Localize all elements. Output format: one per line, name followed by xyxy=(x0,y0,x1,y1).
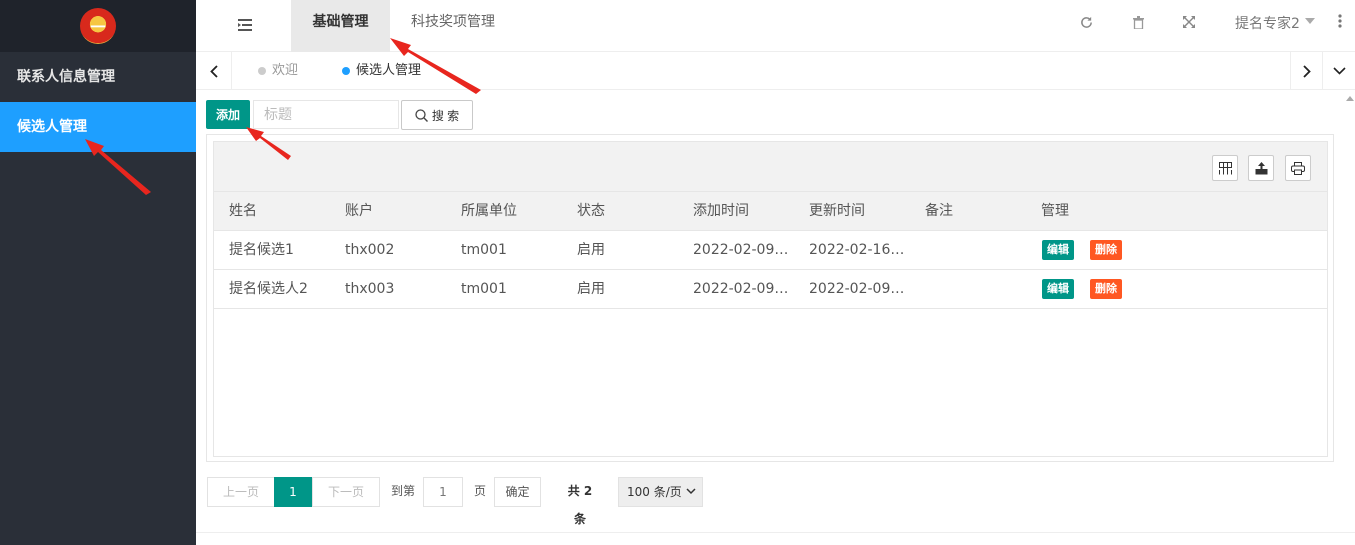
chevron-down-icon xyxy=(686,478,696,506)
delete-button[interactable]: 删除 xyxy=(1090,279,1122,299)
page-size-value: 100 条/页 xyxy=(627,485,682,499)
sidebar-item-candidates[interactable]: 候选人管理 xyxy=(0,102,196,152)
sidebar: 一 联系人信息管理 候选人管理 xyxy=(0,0,196,545)
cell-note xyxy=(925,270,1025,309)
cell-added-time: 2022-02-09… xyxy=(693,281,789,297)
cell-updated-time: 2022-02-09… xyxy=(809,281,905,297)
pagination-goto-label: 到第 xyxy=(390,484,415,498)
cell-name: 提名候选1 xyxy=(229,242,294,258)
column-header[interactable]: 状态 xyxy=(577,192,677,231)
refresh-icon[interactable] xyxy=(1077,13,1095,31)
chevron-left-icon[interactable] xyxy=(196,52,232,90)
table-toolbar xyxy=(214,142,1327,192)
tab-welcome-label: 欢迎 xyxy=(272,63,299,78)
chevron-right-icon[interactable] xyxy=(1290,52,1322,90)
trash-icon[interactable] xyxy=(1129,13,1147,31)
cell-unit: tm001 xyxy=(461,242,507,258)
pagination-prev[interactable]: 上一页 xyxy=(207,477,275,507)
search-button[interactable]: 搜 索 xyxy=(401,100,473,130)
delete-button[interactable]: 删除 xyxy=(1090,240,1122,260)
add-button[interactable]: 添加 xyxy=(206,100,250,129)
table-row[interactable]: 提名候选人2 thx003 tm001 启用 2022-02-09… 2022-… xyxy=(214,270,1327,309)
column-header[interactable]: 备注 xyxy=(925,192,1025,231)
edit-button[interactable]: 编辑 xyxy=(1042,279,1074,299)
column-header[interactable]: 管理 xyxy=(1041,192,1141,231)
table-header: 姓名 账户 所属单位 状态 添加时间 更新时间 备注 管理 xyxy=(214,192,1327,231)
export-icon[interactable] xyxy=(1248,155,1274,181)
tab-dot-icon xyxy=(258,66,266,75)
column-header[interactable]: 更新时间 xyxy=(809,192,909,231)
column-header[interactable]: 添加时间 xyxy=(693,192,793,231)
pagination-total: 共 2 条 xyxy=(567,484,593,526)
pagination-page-input[interactable]: 1 xyxy=(423,477,463,507)
cell-unit: tm001 xyxy=(461,281,507,297)
cell-account: thx003 xyxy=(345,281,395,297)
column-header[interactable]: 账户 xyxy=(345,192,445,231)
cell-added-time: 2022-02-09… xyxy=(693,242,789,258)
columns-filter-icon[interactable] xyxy=(1212,155,1238,181)
divider xyxy=(196,532,1355,533)
logo-area: 一 xyxy=(0,0,196,52)
cell-name: 提名候选人2 xyxy=(229,281,308,297)
fullscreen-icon[interactable] xyxy=(1180,13,1198,31)
page-size-select[interactable]: 100 条/页 xyxy=(618,477,703,507)
search-input[interactable] xyxy=(253,100,399,129)
table-row[interactable]: 提名候选1 thx002 tm001 启用 2022-02-09… 2022-0… xyxy=(214,231,1327,270)
cell-note xyxy=(925,231,1025,270)
user-menu[interactable]: 提名专家2 xyxy=(1235,13,1300,33)
edit-button[interactable]: 编辑 xyxy=(1042,240,1074,260)
page-tabbar: 欢迎 候选人管理 xyxy=(196,52,1355,90)
logo: 一 xyxy=(80,8,116,44)
search-button-label: 搜 索 xyxy=(431,108,460,123)
header-tab-basic[interactable]: 基础管理 xyxy=(291,0,390,52)
tab-candidates[interactable]: 候选人管理 xyxy=(342,52,421,90)
cell-status: 启用 xyxy=(577,281,605,297)
header-tab-awards[interactable]: 科技奖项管理 xyxy=(411,0,495,52)
chevron-down-icon[interactable] xyxy=(1322,52,1355,90)
more-vertical-icon[interactable] xyxy=(1337,14,1343,28)
header: 基础管理 科技奖项管理 提名专家2 xyxy=(196,0,1355,52)
cell-account: thx002 xyxy=(345,242,395,258)
pagination-confirm-button[interactable]: 确定 xyxy=(494,477,541,507)
caret-down-icon xyxy=(1305,18,1315,24)
search-icon xyxy=(415,108,428,122)
data-table: 姓名 账户 所属单位 状态 添加时间 更新时间 备注 管理 提名候选1 thx0… xyxy=(213,141,1328,457)
menu-toggle-icon[interactable] xyxy=(234,14,256,36)
column-header[interactable]: 所属单位 xyxy=(461,192,561,231)
pagination-current-page[interactable]: 1 xyxy=(274,477,312,507)
pagination-page-unit: 页 xyxy=(473,484,486,498)
print-icon[interactable] xyxy=(1285,155,1311,181)
tab-welcome[interactable]: 欢迎 xyxy=(258,52,298,90)
cell-updated-time: 2022-02-16… xyxy=(809,242,905,258)
tab-dot-active-icon xyxy=(342,66,350,75)
pagination-next[interactable]: 下一页 xyxy=(312,477,380,507)
cell-status: 启用 xyxy=(577,242,605,258)
sidebar-item-contacts[interactable]: 联系人信息管理 xyxy=(0,52,196,102)
tab-candidates-label: 候选人管理 xyxy=(356,63,422,78)
scroll-up-icon[interactable] xyxy=(1346,96,1354,101)
column-header[interactable]: 姓名 xyxy=(229,192,329,231)
page-scrollbar[interactable] xyxy=(1342,90,1355,532)
